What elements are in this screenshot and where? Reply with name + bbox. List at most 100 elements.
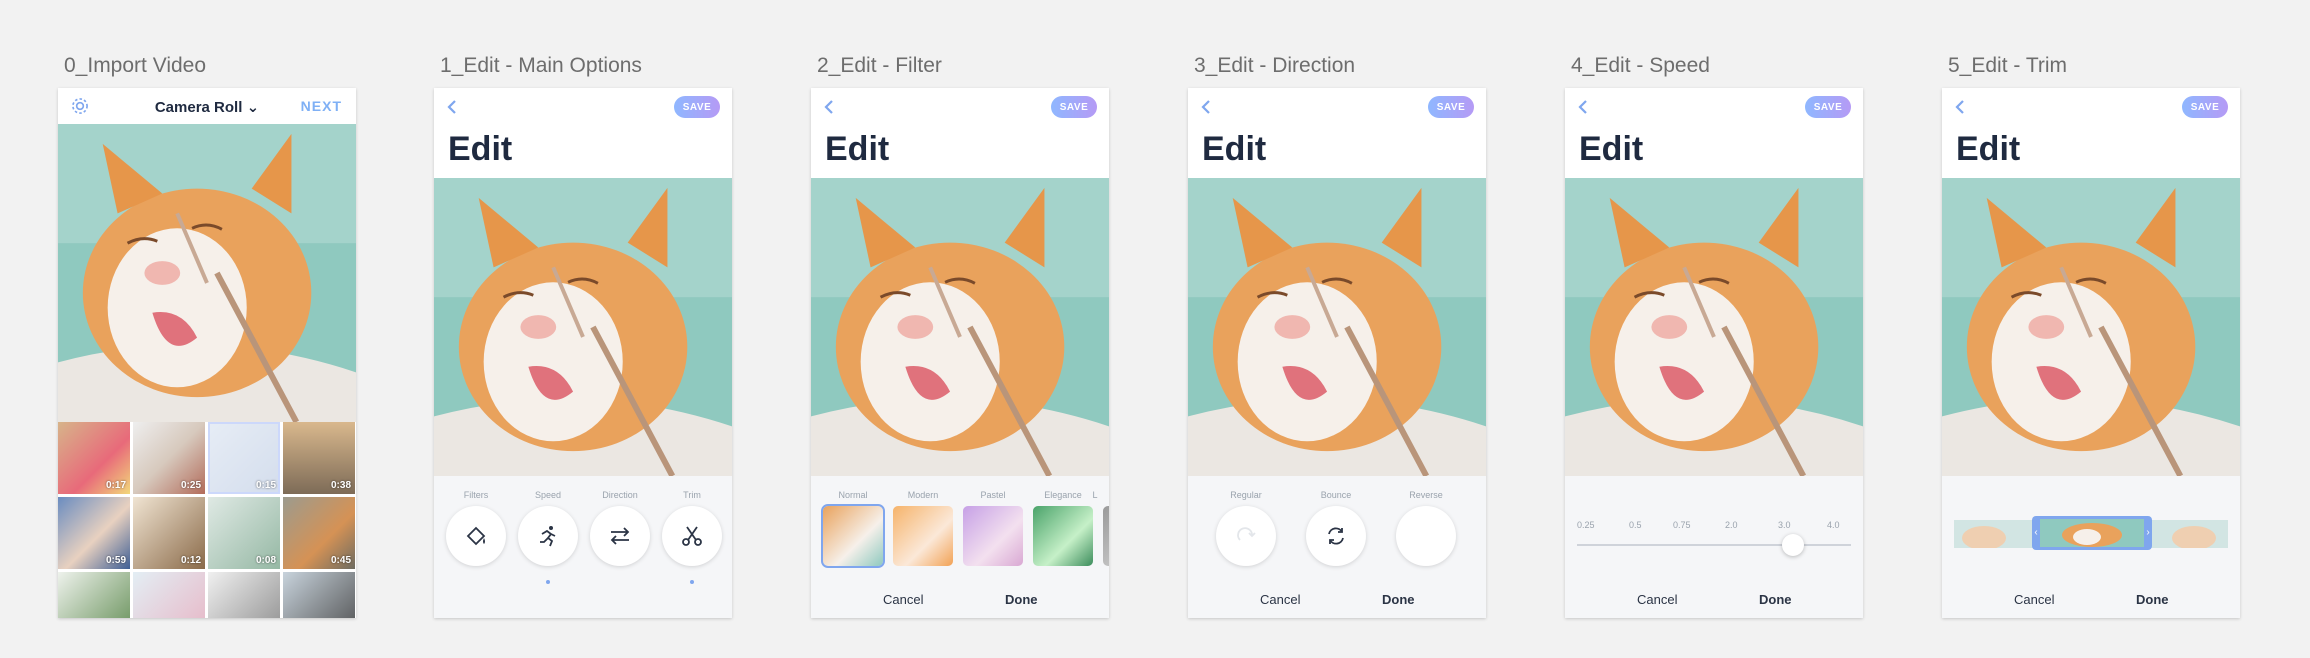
- phone-frame: SAVE Edit Filters Speed Direction Trim: [434, 88, 732, 618]
- redo-icon: [1237, 527, 1256, 541]
- back-icon[interactable]: [1954, 100, 1966, 114]
- screen-direction: 3_Edit - Direction SAVE Edit Regular Bou…: [1188, 0, 1488, 658]
- trim-handle-right[interactable]: ›: [2144, 516, 2152, 550]
- speed-slider-track[interactable]: [1577, 544, 1851, 546]
- done-button[interactable]: Done: [1759, 592, 1792, 607]
- direction-label-regular: Regular: [1230, 490, 1262, 500]
- arrows-swap-icon: [610, 527, 630, 545]
- screen-trim: 5_Edit - Trim SAVE Edit ‹ › Cancel Done: [1942, 0, 2242, 658]
- video-thumb[interactable]: 0:12: [133, 497, 205, 569]
- filter-label-partial: L: [1092, 490, 1098, 500]
- cancel-button[interactable]: Cancel: [1260, 592, 1300, 607]
- screen-title: 0_Import Video: [64, 54, 207, 77]
- preview-image: [1188, 178, 1486, 476]
- video-thumb[interactable]: 0:25: [133, 422, 205, 494]
- speed-option[interactable]: 0.75: [1673, 520, 1691, 530]
- filter-normal[interactable]: [821, 504, 885, 568]
- direction-label-reverse: Reverse: [1409, 490, 1443, 500]
- cancel-button[interactable]: Cancel: [883, 592, 923, 607]
- page-title: Edit: [1202, 130, 1267, 168]
- option-label-filters: Filters: [463, 490, 489, 500]
- video-thumb[interactable]: [133, 572, 205, 618]
- filter-label-pastel: Pastel: [980, 490, 1006, 500]
- phone-frame: SAVE Edit 0.25 0.5 0.75 2.0 3.0 4.0 Canc…: [1565, 88, 1863, 618]
- phone-frame: SAVE Edit ‹ › Cancel Done: [1942, 88, 2240, 618]
- trim-handle-left[interactable]: ‹: [2032, 516, 2040, 550]
- filter-panel: Normal Modern Pastel Elegance L Cancel D…: [811, 476, 1109, 618]
- duration-label: 0:15: [255, 480, 276, 491]
- video-thumb[interactable]: [208, 572, 280, 618]
- active-dot: [546, 580, 550, 584]
- option-label-direction: Direction: [602, 490, 638, 500]
- save-button[interactable]: SAVE: [674, 96, 720, 118]
- page-title: Edit: [448, 130, 513, 168]
- save-button[interactable]: SAVE: [1428, 96, 1474, 118]
- speed-option[interactable]: 3.0: [1778, 520, 1791, 530]
- page-title: Edit: [825, 130, 890, 168]
- option-label-speed: Speed: [534, 490, 562, 500]
- save-button[interactable]: SAVE: [1051, 96, 1097, 118]
- speed-button[interactable]: [518, 506, 578, 566]
- chevron-down-icon: ⌄: [246, 99, 260, 116]
- duration-label: 0:25: [180, 480, 201, 491]
- save-button[interactable]: SAVE: [1805, 96, 1851, 118]
- duration-label: 0:38: [330, 480, 351, 491]
- video-thumb[interactable]: [58, 572, 130, 618]
- speed-option[interactable]: 0.5: [1629, 520, 1642, 530]
- filter-elegance[interactable]: [1033, 506, 1093, 566]
- bounce-button[interactable]: [1306, 506, 1366, 566]
- cancel-button[interactable]: Cancel: [2014, 592, 2054, 607]
- duration-label: 0:17: [105, 480, 126, 491]
- screen-main-options: 1_Edit - Main Options SAVE Edit Filters …: [434, 0, 734, 658]
- options-panel: Filters Speed Direction Trim: [434, 476, 732, 618]
- filter-modern[interactable]: [893, 506, 953, 566]
- preview-image: [58, 124, 356, 422]
- speed-slider-knob[interactable]: [1782, 534, 1804, 556]
- filter-partial[interactable]: [1103, 506, 1109, 566]
- regular-button[interactable]: [1216, 506, 1276, 566]
- next-button[interactable]: NEXT: [301, 98, 342, 114]
- video-thumb[interactable]: 0:17: [58, 422, 130, 494]
- video-thumb[interactable]: [283, 572, 355, 618]
- done-button[interactable]: Done: [1382, 592, 1415, 607]
- direction-button[interactable]: [590, 506, 650, 566]
- duration-label: 0:08: [255, 555, 276, 566]
- paint-bucket-icon: [466, 526, 486, 546]
- video-thumb[interactable]: 0:38: [283, 422, 355, 494]
- speed-option[interactable]: 0.25: [1577, 520, 1595, 530]
- screen-speed: 4_Edit - Speed SAVE Edit 0.25 0.5 0.75 2…: [1565, 0, 1865, 658]
- filter-label-modern: Modern: [907, 490, 939, 500]
- speed-option[interactable]: 4.0: [1827, 520, 1840, 530]
- cancel-button[interactable]: Cancel: [1637, 592, 1677, 607]
- reverse-button[interactable]: [1396, 506, 1456, 566]
- trim-panel: ‹ › Cancel Done: [1942, 476, 2240, 618]
- preview-image: [811, 178, 1109, 476]
- filters-button[interactable]: [446, 506, 506, 566]
- video-thumb-selected[interactable]: 0:15: [208, 422, 280, 494]
- direction-panel: Regular Bounce Reverse Cancel Done: [1188, 476, 1486, 618]
- video-thumb[interactable]: 0:45: [283, 497, 355, 569]
- video-thumb[interactable]: 0:59: [58, 497, 130, 569]
- screen-title: 1_Edit - Main Options: [440, 54, 642, 77]
- done-button[interactable]: Done: [1005, 592, 1038, 607]
- trim-button[interactable]: [662, 506, 722, 566]
- speed-option[interactable]: 2.0: [1725, 520, 1738, 530]
- video-thumb[interactable]: 0:08: [208, 497, 280, 569]
- back-icon[interactable]: [823, 100, 835, 114]
- screen-title: 5_Edit - Trim: [1948, 54, 2068, 77]
- option-label-trim: Trim: [683, 490, 701, 500]
- back-icon[interactable]: [1200, 100, 1212, 114]
- direction-label-bounce: Bounce: [1320, 490, 1352, 500]
- phone-frame: SAVE Edit Normal Modern Pastel Elegance …: [811, 88, 1109, 618]
- trim-selection[interactable]: [2034, 516, 2150, 550]
- preview-image: [1565, 178, 1863, 476]
- back-icon[interactable]: [446, 100, 458, 114]
- save-button[interactable]: SAVE: [2182, 96, 2228, 118]
- done-button[interactable]: Done: [2136, 592, 2169, 607]
- back-icon[interactable]: [1577, 100, 1589, 114]
- duration-label: 0:59: [105, 555, 126, 566]
- import-header: Camera Roll ⌄ NEXT: [58, 88, 356, 124]
- filter-pastel[interactable]: [963, 506, 1023, 566]
- scissors-icon: [682, 526, 702, 546]
- phone-frame: Camera Roll ⌄ NEXT 0:17 0:25 0:15 0:38 0…: [58, 88, 356, 618]
